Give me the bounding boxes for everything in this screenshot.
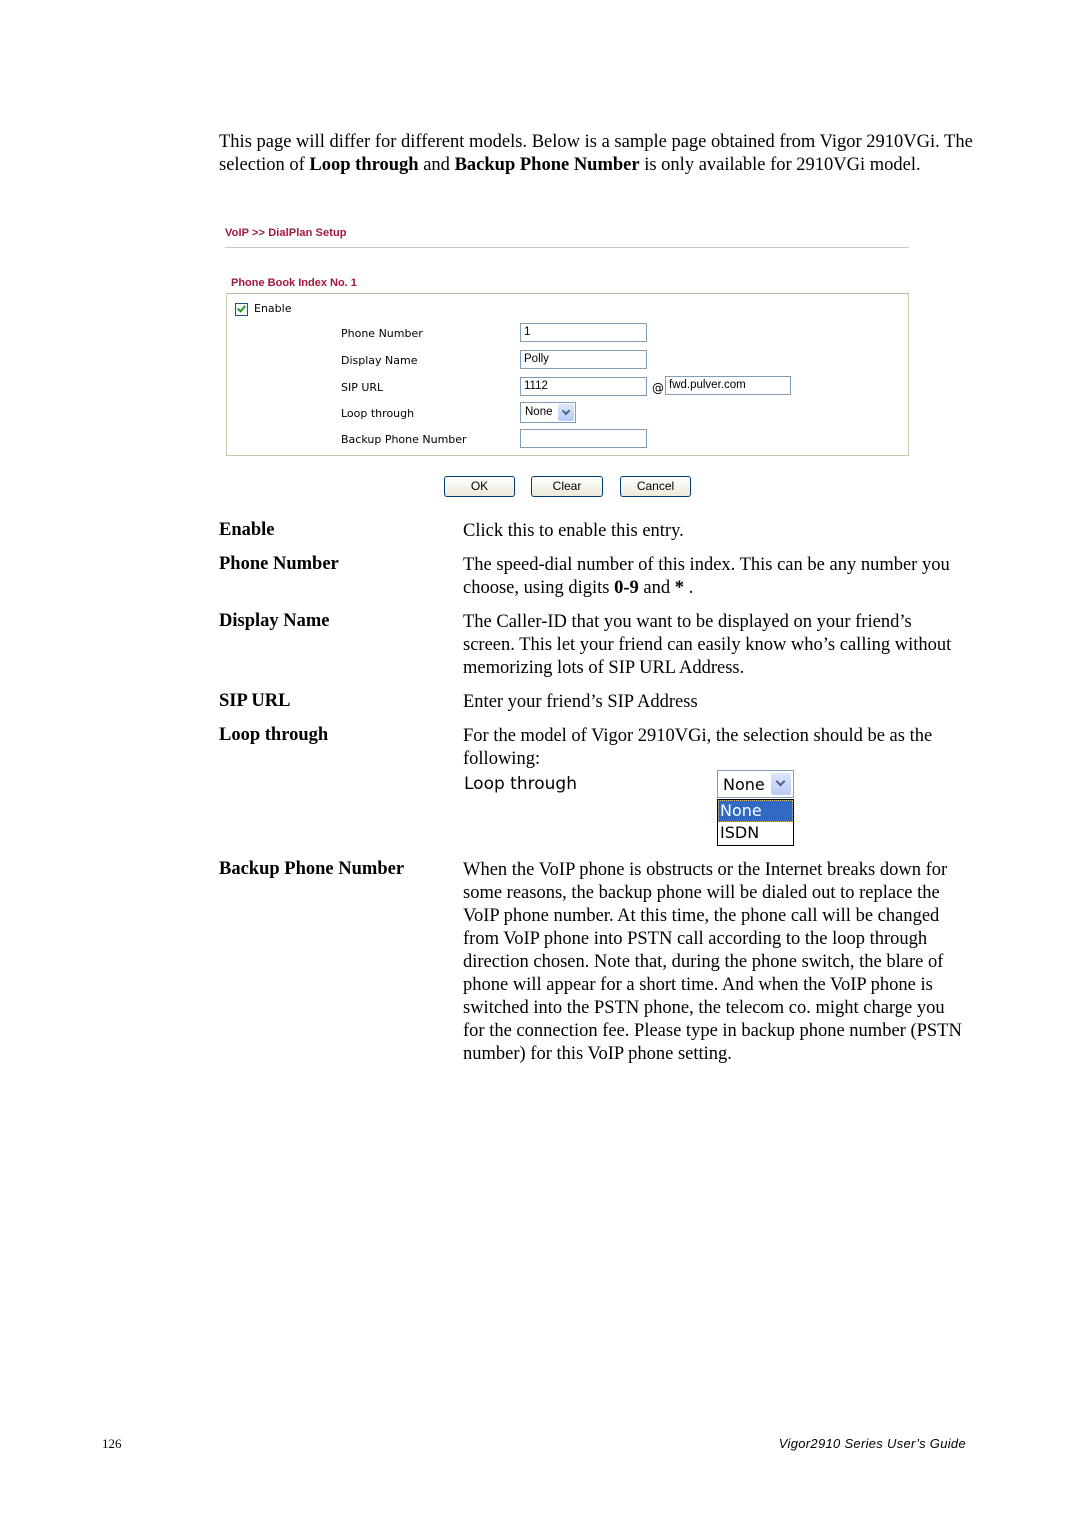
enable-checkbox[interactable] xyxy=(235,303,248,316)
phone-number-input[interactable] xyxy=(520,323,647,342)
sip-domain-input[interactable] xyxy=(665,376,791,395)
term-enable: Enable xyxy=(219,520,275,540)
intro-bold-backup-phone: Backup Phone Number xyxy=(454,155,640,175)
option-none[interactable]: None xyxy=(718,800,793,822)
clear-button[interactable]: Clear xyxy=(531,476,603,497)
at-sign: @ xyxy=(652,381,664,395)
breadcrumb: VoIP >> DialPlan Setup xyxy=(225,227,347,239)
loop-through-example-select[interactable]: None xyxy=(717,770,794,798)
desc-display-name: The Caller-ID that you want to be displa… xyxy=(463,612,952,678)
loop-through-label: Loop through xyxy=(341,407,415,420)
term-loop-through: Loop through xyxy=(219,725,329,745)
option-isdn[interactable]: ISDN xyxy=(718,822,793,844)
desc-phone-number-mid: and xyxy=(638,578,675,598)
intro-text-3: is only available for 2910VGi model. xyxy=(639,155,921,175)
cancel-button[interactable]: Cancel xyxy=(620,476,691,497)
term-backup-phone-number: Backup Phone Number xyxy=(219,859,405,879)
term-sip-url: SIP URL xyxy=(219,691,291,711)
term-phone-number: Phone Number xyxy=(219,554,339,574)
desc-phone-number-pre: The speed-dial number of this index. Thi… xyxy=(463,555,950,598)
desc-phone-number-digits: 0-9 xyxy=(614,578,639,598)
section-title: Phone Book Index No. 1 xyxy=(231,277,357,289)
enable-label: Enable xyxy=(254,302,292,315)
divider xyxy=(225,247,909,248)
desc-loop-through: For the model of Vigor 2910VGi, the sele… xyxy=(463,726,933,769)
phone-book-entry-panel: Enable Phone Number Display Name SIP URL… xyxy=(226,293,909,456)
loop-through-options-list: None ISDN xyxy=(717,799,794,846)
page-number: 126 xyxy=(102,1436,122,1451)
intro-bold-loop-through: Loop through xyxy=(309,155,419,175)
desc-sip-url: Enter your friend’s SIP Address xyxy=(463,692,698,712)
sip-url-input[interactable] xyxy=(520,377,647,396)
display-name-input[interactable] xyxy=(520,350,647,369)
ok-button[interactable]: OK xyxy=(444,476,515,497)
desc-phone-number: The speed-dial number of this index. Thi… xyxy=(463,554,968,600)
desc-enable: Click this to enable this entry. xyxy=(463,521,684,541)
desc-phone-number-star: * xyxy=(674,578,684,598)
display-name-label: Display Name xyxy=(341,354,418,367)
intro-paragraph: This page will differ for different mode… xyxy=(219,131,979,177)
phone-number-label: Phone Number xyxy=(341,327,423,340)
desc-backup-phone-number: When the VoIP phone is obstructs or the … xyxy=(463,860,962,1064)
sip-url-label: SIP URL xyxy=(341,381,384,394)
loop-through-select[interactable]: None xyxy=(520,402,576,423)
intro-text-2: and xyxy=(418,155,455,175)
guide-title: Vigor2910 Series User’s Guide xyxy=(778,1436,966,1451)
term-display-name: Display Name xyxy=(219,611,330,631)
loop-through-example-value: None xyxy=(723,775,765,794)
desc-phone-number-post: . xyxy=(683,578,694,598)
chevron-down-icon[interactable] xyxy=(771,773,791,795)
backup-phone-input[interactable] xyxy=(520,429,647,448)
loop-through-example-label: Loop through xyxy=(464,774,577,794)
loop-through-value: None xyxy=(525,406,553,418)
backup-phone-label: Backup Phone Number xyxy=(341,433,467,446)
dialplan-setup-screenshot: VoIP >> DialPlan Setup Phone Book Index … xyxy=(219,222,911,507)
chevron-down-icon[interactable] xyxy=(558,404,574,421)
